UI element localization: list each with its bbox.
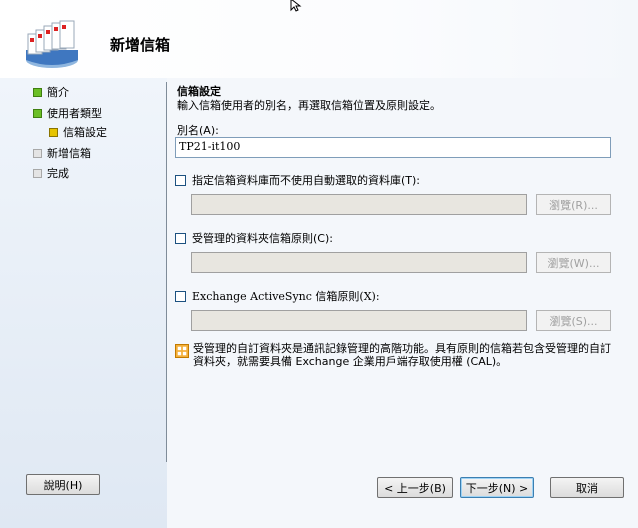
info-message: 受管理的自訂資料夾是通訊記錄管理的高階功能。具有原則的信箱若包含受管理的自訂資料… (193, 342, 611, 368)
cancel-button[interactable]: 取消 (550, 477, 624, 498)
step-current-icon (49, 127, 58, 137)
alias-label: 別名(A): (177, 124, 219, 137)
next-button[interactable]: 下一步(N) > (460, 477, 534, 498)
step-pending-icon (33, 168, 42, 178)
wizard-header (0, 0, 638, 78)
nav-step-complete: 完成 (33, 165, 69, 181)
database-option-row[interactable]: 指定信箱資料庫而不使用自動選取的資料庫(T): (175, 172, 420, 188)
managed-folder-option-row[interactable]: 受管理的資料夾信箱原則(C): (175, 230, 333, 246)
step-done-icon (33, 108, 42, 118)
step-pending-icon (33, 148, 42, 158)
nav-step-new-mailbox: 新增信箱 (33, 145, 91, 161)
help-button[interactable]: 說明(H) (26, 474, 100, 495)
mailbox-wizard-icon (26, 20, 78, 68)
wizard-title: 新增信箱 (110, 36, 171, 54)
activesync-option-row[interactable]: Exchange ActiveSync 信箱原則(X): (175, 288, 380, 304)
alias-input[interactable]: TP21-it100 (175, 137, 611, 158)
managed-folder-checkbox-label: 受管理的資料夾信箱原則(C): (192, 232, 333, 245)
browse-managed-folder-button: 瀏覽(W)... (536, 252, 611, 273)
nav-step-intro: 簡介 (33, 84, 69, 100)
nav-step-label: 簡介 (47, 86, 69, 99)
nav-step-label: 新增信箱 (47, 147, 91, 160)
browse-activesync-button: 瀏覽(S)... (536, 310, 611, 331)
nav-step-label: 使用者類型 (47, 107, 102, 120)
section-description: 輸入信箱使用者的別名，再選取信箱位置及原則設定。 (177, 99, 441, 112)
activesync-checkbox[interactable] (175, 290, 186, 302)
browse-database-button: 瀏覽(R)... (536, 194, 611, 215)
managed-folder-field (191, 252, 527, 273)
step-done-icon (33, 87, 42, 97)
nav-step-mailbox-settings: 信箱設定 (49, 124, 107, 140)
nav-step-user-type: 使用者類型 (33, 105, 102, 121)
info-icon (175, 344, 189, 358)
nav-step-label: 信箱設定 (63, 126, 107, 139)
database-checkbox[interactable] (175, 174, 186, 186)
database-field (191, 194, 527, 215)
managed-folder-checkbox[interactable] (175, 232, 186, 244)
panel-divider (166, 82, 167, 462)
back-button[interactable]: < 上一步(B) (377, 477, 453, 498)
mouse-cursor-icon (290, 0, 302, 12)
nav-step-label: 完成 (47, 167, 69, 180)
activesync-checkbox-label: Exchange ActiveSync 信箱原則(X): (192, 290, 380, 303)
activesync-field (191, 310, 527, 331)
database-checkbox-label: 指定信箱資料庫而不使用自動選取的資料庫(T): (192, 174, 421, 187)
